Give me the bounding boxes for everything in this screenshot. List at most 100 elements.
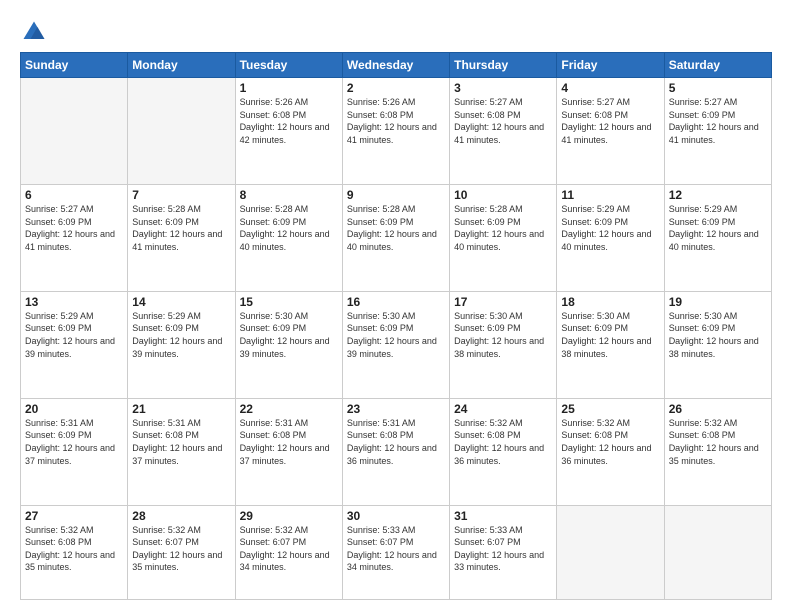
- day-info: Sunrise: 5:27 AM Sunset: 6:08 PM Dayligh…: [454, 96, 552, 146]
- calendar-table: SundayMondayTuesdayWednesdayThursdayFrid…: [20, 52, 772, 600]
- calendar-cell: 19Sunrise: 5:30 AM Sunset: 6:09 PM Dayli…: [664, 291, 771, 398]
- day-number: 2: [347, 81, 445, 95]
- day-number: 10: [454, 188, 552, 202]
- day-info: Sunrise: 5:28 AM Sunset: 6:09 PM Dayligh…: [347, 203, 445, 253]
- calendar-body: 1 Sunrise: 5:26 AM Sunset: 6:08 PM Daylig…: [21, 78, 772, 600]
- day-info: Sunrise: 5:30 AM Sunset: 6:09 PM Dayligh…: [454, 310, 552, 360]
- week-row-2: 6Sunrise: 5:27 AM Sunset: 6:09 PM Daylig…: [21, 184, 772, 291]
- day-info: Sunrise: 5:28 AM Sunset: 6:09 PM Dayligh…: [454, 203, 552, 253]
- day-info: Sunrise: 5:27 AM Sunset: 6:09 PM Dayligh…: [25, 203, 123, 253]
- day-number: 21: [132, 402, 230, 416]
- day-number: 24: [454, 402, 552, 416]
- weekday-header-monday: Monday: [128, 53, 235, 78]
- day-info: Sunrise: 5:28 AM Sunset: 6:09 PM Dayligh…: [132, 203, 230, 253]
- header: [20, 18, 772, 46]
- calendar-cell: 6Sunrise: 5:27 AM Sunset: 6:09 PM Daylig…: [21, 184, 128, 291]
- day-info: Sunrise: 5:32 AM Sunset: 6:08 PM Dayligh…: [669, 417, 767, 467]
- day-number: 14: [132, 295, 230, 309]
- day-number: 1: [240, 81, 338, 95]
- calendar-cell: 25Sunrise: 5:32 AM Sunset: 6:08 PM Dayli…: [557, 398, 664, 505]
- day-number: 22: [240, 402, 338, 416]
- calendar-cell: 17Sunrise: 5:30 AM Sunset: 6:09 PM Dayli…: [450, 291, 557, 398]
- calendar-cell: 24Sunrise: 5:32 AM Sunset: 6:08 PM Dayli…: [450, 398, 557, 505]
- week-row-4: 20Sunrise: 5:31 AM Sunset: 6:09 PM Dayli…: [21, 398, 772, 505]
- day-info: Sunrise: 5:31 AM Sunset: 6:09 PM Dayligh…: [25, 417, 123, 467]
- calendar-cell: 30Sunrise: 5:33 AM Sunset: 6:07 PM Dayli…: [342, 505, 449, 599]
- day-number: 8: [240, 188, 338, 202]
- calendar-cell: 5Sunrise: 5:27 AM Sunset: 6:09 PM Daylig…: [664, 78, 771, 185]
- day-info: Sunrise: 5:30 AM Sunset: 6:09 PM Dayligh…: [561, 310, 659, 360]
- day-info: Sunrise: 5:33 AM Sunset: 6:07 PM Dayligh…: [454, 524, 552, 574]
- calendar-cell: 26Sunrise: 5:32 AM Sunset: 6:08 PM Dayli…: [664, 398, 771, 505]
- day-info: Sunrise: 5:32 AM Sunset: 6:07 PM Dayligh…: [240, 524, 338, 574]
- calendar-cell: 2Sunrise: 5:26 AM Sunset: 6:08 PM Daylig…: [342, 78, 449, 185]
- calendar-cell: [664, 505, 771, 599]
- day-number: 27: [25, 509, 123, 523]
- week-row-5: 27Sunrise: 5:32 AM Sunset: 6:08 PM Dayli…: [21, 505, 772, 599]
- day-number: 16: [347, 295, 445, 309]
- day-info: Sunrise: 5:31 AM Sunset: 6:08 PM Dayligh…: [240, 417, 338, 467]
- page: SundayMondayTuesdayWednesdayThursdayFrid…: [0, 0, 792, 612]
- day-number: 18: [561, 295, 659, 309]
- day-number: 7: [132, 188, 230, 202]
- calendar-cell: 1Sunrise: 5:26 AM Sunset: 6:08 PM Daylig…: [235, 78, 342, 185]
- calendar-cell: [128, 78, 235, 185]
- calendar-cell: 18Sunrise: 5:30 AM Sunset: 6:09 PM Dayli…: [557, 291, 664, 398]
- logo-icon: [20, 18, 48, 46]
- day-number: 30: [347, 509, 445, 523]
- day-info: Sunrise: 5:32 AM Sunset: 6:08 PM Dayligh…: [25, 524, 123, 574]
- day-number: 6: [25, 188, 123, 202]
- calendar-cell: 27Sunrise: 5:32 AM Sunset: 6:08 PM Dayli…: [21, 505, 128, 599]
- day-number: 31: [454, 509, 552, 523]
- day-number: 9: [347, 188, 445, 202]
- weekday-header-tuesday: Tuesday: [235, 53, 342, 78]
- calendar-cell: 13Sunrise: 5:29 AM Sunset: 6:09 PM Dayli…: [21, 291, 128, 398]
- weekday-header-sunday: Sunday: [21, 53, 128, 78]
- day-info: Sunrise: 5:33 AM Sunset: 6:07 PM Dayligh…: [347, 524, 445, 574]
- day-info: Sunrise: 5:26 AM Sunset: 6:08 PM Dayligh…: [347, 96, 445, 146]
- day-number: 11: [561, 188, 659, 202]
- calendar-header: SundayMondayTuesdayWednesdayThursdayFrid…: [21, 53, 772, 78]
- week-row-3: 13Sunrise: 5:29 AM Sunset: 6:09 PM Dayli…: [21, 291, 772, 398]
- day-number: 23: [347, 402, 445, 416]
- weekday-header-thursday: Thursday: [450, 53, 557, 78]
- calendar-cell: 3Sunrise: 5:27 AM Sunset: 6:08 PM Daylig…: [450, 78, 557, 185]
- day-number: 5: [669, 81, 767, 95]
- weekday-header-row: SundayMondayTuesdayWednesdayThursdayFrid…: [21, 53, 772, 78]
- day-info: Sunrise: 5:31 AM Sunset: 6:08 PM Dayligh…: [132, 417, 230, 467]
- calendar-cell: 7Sunrise: 5:28 AM Sunset: 6:09 PM Daylig…: [128, 184, 235, 291]
- day-info: Sunrise: 5:30 AM Sunset: 6:09 PM Dayligh…: [240, 310, 338, 360]
- day-number: 3: [454, 81, 552, 95]
- calendar-cell: 16Sunrise: 5:30 AM Sunset: 6:09 PM Dayli…: [342, 291, 449, 398]
- day-info: Sunrise: 5:27 AM Sunset: 6:09 PM Dayligh…: [669, 96, 767, 146]
- calendar-cell: 8Sunrise: 5:28 AM Sunset: 6:09 PM Daylig…: [235, 184, 342, 291]
- day-info: Sunrise: 5:30 AM Sunset: 6:09 PM Dayligh…: [669, 310, 767, 360]
- day-info: Sunrise: 5:28 AM Sunset: 6:09 PM Dayligh…: [240, 203, 338, 253]
- calendar-cell: 28Sunrise: 5:32 AM Sunset: 6:07 PM Dayli…: [128, 505, 235, 599]
- calendar-cell: 11Sunrise: 5:29 AM Sunset: 6:09 PM Dayli…: [557, 184, 664, 291]
- calendar-cell: 15Sunrise: 5:30 AM Sunset: 6:09 PM Dayli…: [235, 291, 342, 398]
- calendar-cell: 22Sunrise: 5:31 AM Sunset: 6:08 PM Dayli…: [235, 398, 342, 505]
- day-info: Sunrise: 5:29 AM Sunset: 6:09 PM Dayligh…: [561, 203, 659, 253]
- day-number: 25: [561, 402, 659, 416]
- calendar-cell: 31Sunrise: 5:33 AM Sunset: 6:07 PM Dayli…: [450, 505, 557, 599]
- calendar-cell: 9Sunrise: 5:28 AM Sunset: 6:09 PM Daylig…: [342, 184, 449, 291]
- week-row-1: 1 Sunrise: 5:26 AM Sunset: 6:08 PM Daylig…: [21, 78, 772, 185]
- logo: [20, 18, 52, 46]
- calendar-cell: 4Sunrise: 5:27 AM Sunset: 6:08 PM Daylig…: [557, 78, 664, 185]
- day-info: Sunrise: 5:29 AM Sunset: 6:09 PM Dayligh…: [132, 310, 230, 360]
- calendar-cell: 23Sunrise: 5:31 AM Sunset: 6:08 PM Dayli…: [342, 398, 449, 505]
- day-info: Sunrise: 5:32 AM Sunset: 6:08 PM Dayligh…: [454, 417, 552, 467]
- day-number: 28: [132, 509, 230, 523]
- day-number: 17: [454, 295, 552, 309]
- calendar-cell: 21Sunrise: 5:31 AM Sunset: 6:08 PM Dayli…: [128, 398, 235, 505]
- day-info: Sunrise: 5:29 AM Sunset: 6:09 PM Dayligh…: [669, 203, 767, 253]
- weekday-header-friday: Friday: [557, 53, 664, 78]
- calendar-cell: 29Sunrise: 5:32 AM Sunset: 6:07 PM Dayli…: [235, 505, 342, 599]
- day-number: 20: [25, 402, 123, 416]
- day-number: 12: [669, 188, 767, 202]
- day-info: Sunrise: 5:29 AM Sunset: 6:09 PM Dayligh…: [25, 310, 123, 360]
- day-number: 19: [669, 295, 767, 309]
- calendar-cell: 12Sunrise: 5:29 AM Sunset: 6:09 PM Dayli…: [664, 184, 771, 291]
- calendar-cell: 20Sunrise: 5:31 AM Sunset: 6:09 PM Dayli…: [21, 398, 128, 505]
